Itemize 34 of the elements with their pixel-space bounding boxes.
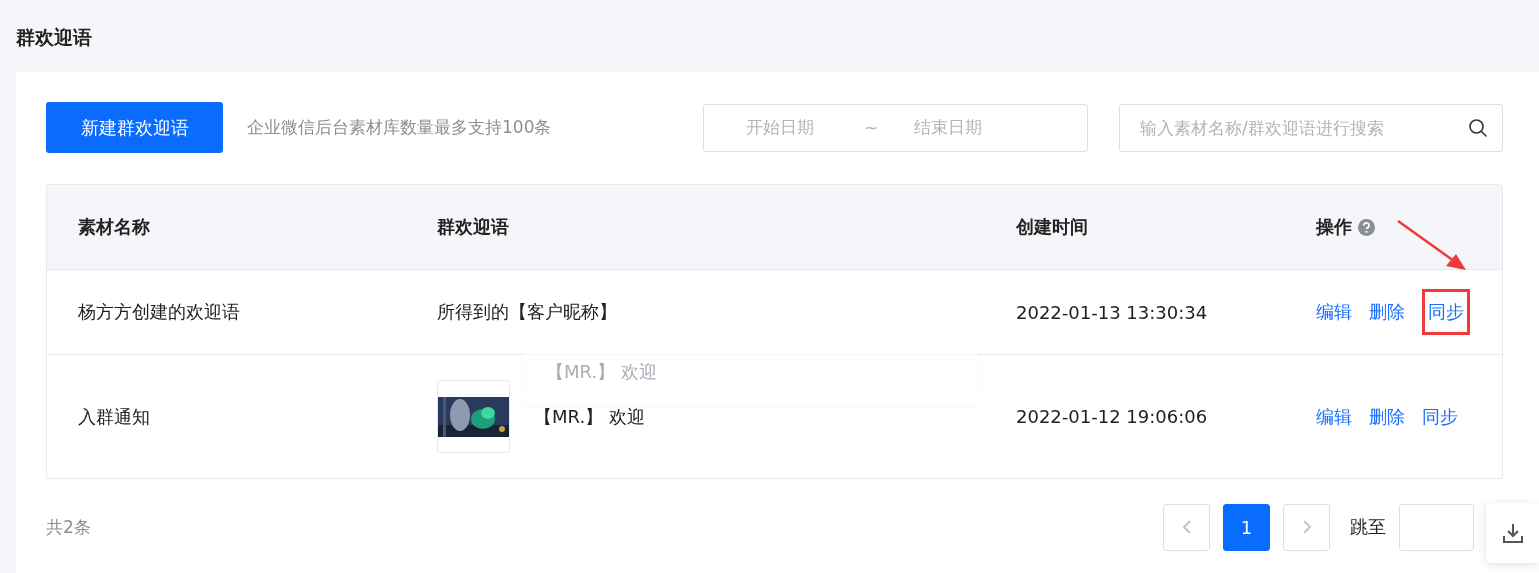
action-link[interactable]: 编辑 bbox=[1316, 404, 1352, 429]
download-icon bbox=[1500, 521, 1525, 545]
chevron-left-icon bbox=[1181, 519, 1192, 535]
column-header: 创建时间 bbox=[1016, 215, 1089, 239]
action-link[interactable]: 删除 bbox=[1369, 300, 1405, 324]
page-title: 群欢迎语 bbox=[15, 25, 93, 50]
jump-input[interactable] bbox=[1399, 503, 1474, 551]
column-header: 群欢迎语 bbox=[437, 215, 510, 239]
action-link[interactable]: 同步 bbox=[1422, 404, 1458, 429]
jump-label: 跳至 bbox=[1350, 515, 1386, 539]
limit-hint: 企业微信后台素材库数量最多支持100条 bbox=[247, 116, 552, 139]
start-date-placeholder: 开始日期 bbox=[746, 116, 815, 139]
action-link[interactable]: 同步 bbox=[1422, 289, 1470, 335]
search-icon[interactable] bbox=[1468, 117, 1488, 138]
download-button[interactable] bbox=[1486, 503, 1539, 563]
column-header: 操作 bbox=[1316, 215, 1352, 239]
total-count: 共2条 bbox=[46, 515, 91, 539]
page-button[interactable]: 1 bbox=[1223, 503, 1270, 551]
end-date-placeholder: 结束日期 bbox=[914, 116, 982, 139]
action-link[interactable]: 删除 bbox=[1369, 404, 1405, 429]
annotation-arrow bbox=[1396, 219, 1468, 271]
range-separator: ~ bbox=[864, 117, 880, 138]
greeting-text: 所得到的【客户昵称】 bbox=[437, 300, 617, 324]
chevron-right-icon bbox=[1301, 519, 1312, 535]
action-link[interactable]: 编辑 bbox=[1316, 300, 1352, 324]
greeting-text: 【MR.】 欢迎 bbox=[534, 404, 645, 429]
create-button[interactable]: 新建群欢迎语 bbox=[46, 102, 223, 153]
help-icon[interactable] bbox=[1358, 218, 1375, 236]
column-header: 素材名称 bbox=[78, 215, 151, 239]
table-cell-text: 2022-01-12 19:06:06 bbox=[1016, 406, 1209, 427]
table-cell-text: 入群通知 bbox=[78, 404, 151, 429]
table-cell-text: 杨方方创建的欢迎语 bbox=[78, 300, 241, 324]
table-cell-text: 2022-01-13 13:30:34 bbox=[1016, 301, 1209, 323]
search-field[interactable]: 输入素材名称/群欢迎语进行搜索 bbox=[1119, 103, 1503, 152]
